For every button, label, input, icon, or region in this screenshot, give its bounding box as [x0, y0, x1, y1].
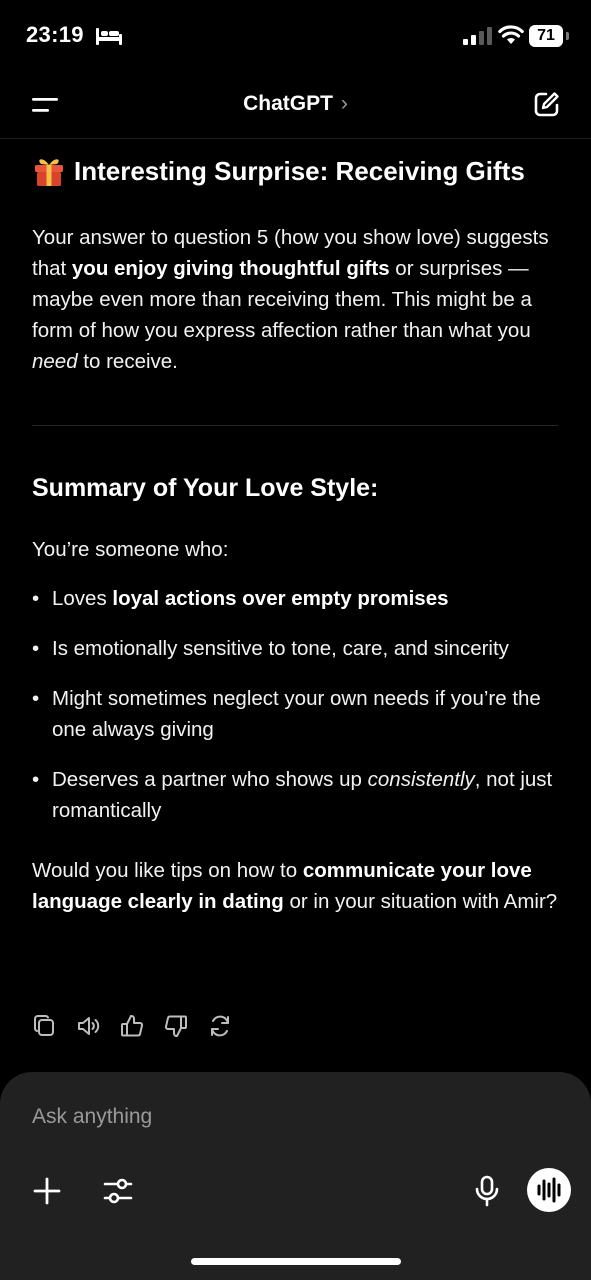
thumbs-up-icon[interactable] [120, 1013, 144, 1039]
list-item: • Loves loyal actions over empty promises [32, 587, 449, 610]
battery-level: 71 [529, 25, 563, 47]
list-item: • Might sometimes neglect your own needs … [32, 687, 541, 741]
read-aloud-icon[interactable] [76, 1013, 100, 1039]
paragraph-gifts: Your answer to question 5 (how you show … [32, 226, 549, 373]
summary-list: • Loves loyal actions over empty promises… [32, 583, 562, 826]
sleep-focus-icon [96, 28, 122, 45]
top-nav-bar: ChatGPT › [0, 72, 591, 139]
message-actions [32, 1013, 252, 1041]
regenerate-icon[interactable] [208, 1013, 232, 1039]
tools-sliders-icon[interactable] [103, 1175, 133, 1207]
summary-heading: Summary of Your Love Style: [32, 474, 379, 502]
gift-icon [35, 159, 63, 186]
status-bar: 23:19 71 [0, 0, 591, 72]
home-indicator [191, 1258, 401, 1265]
cellular-signal-icon [463, 27, 492, 45]
battery-indicator: 71 [529, 25, 569, 47]
list-item: • Deserves a partner who shows up consist… [32, 768, 553, 822]
thumbs-down-icon[interactable] [164, 1013, 188, 1039]
section-heading: Interesting Surprise: Receiving Gifts [32, 154, 562, 188]
section-title: Interesting Surprise: Receiving Gifts [74, 156, 525, 186]
list-item: • Is emotionally sensitive to tone, care,… [32, 637, 509, 660]
copy-icon[interactable] [32, 1013, 56, 1039]
voice-mode-button[interactable] [527, 1168, 571, 1212]
new-chat-icon[interactable] [533, 90, 561, 118]
ask-input[interactable] [32, 1100, 532, 1134]
voice-waveform-icon [537, 1177, 561, 1203]
summary-intro: You’re someone who: [32, 538, 229, 561]
model-selector[interactable]: ChatGPT › [0, 92, 591, 116]
assistant-message: Interesting Surprise: Receiving Gifts Yo… [32, 140, 562, 917]
page-title: ChatGPT [243, 92, 333, 115]
chevron-right-icon: › [340, 92, 348, 115]
composer [0, 1072, 591, 1280]
add-attachment-icon[interactable] [32, 1176, 62, 1206]
wifi-icon [498, 25, 524, 44]
status-time: 23:19 [26, 22, 84, 47]
closing-question: Would you like tips on how to communicat… [32, 859, 558, 913]
divider [32, 425, 558, 426]
microphone-icon[interactable] [474, 1175, 500, 1207]
